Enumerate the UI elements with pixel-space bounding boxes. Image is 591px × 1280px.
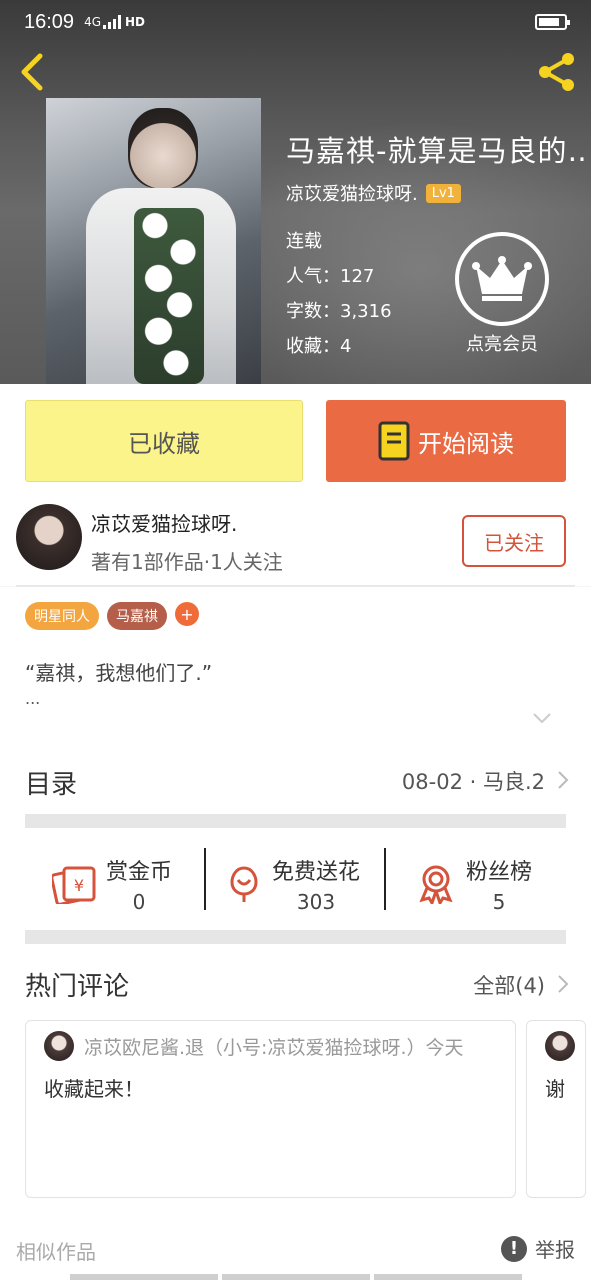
book-word-count: 字数：3,316 xyxy=(286,301,392,322)
stat-value: 303 xyxy=(296,890,336,914)
book-hero: 16:09 4G HD 马嘉祺-就算是马良的… 凉苡爱猫捡球呀. Lv1 连载 … xyxy=(0,0,591,384)
comment-text: 收藏起来！ xyxy=(44,1077,144,1101)
chevron-down-icon[interactable] xyxy=(533,713,551,723)
back-button[interactable] xyxy=(14,50,54,94)
similar-works-strip xyxy=(70,1274,522,1280)
report-label: 举报 xyxy=(535,1238,575,1262)
award-ribbon-icon xyxy=(419,865,453,904)
stat-label: 免费送花 xyxy=(272,860,361,885)
book-intro: 明星同人 马嘉祺 + “嘉祺，我想他们了.” ... xyxy=(0,587,591,740)
network-type: 4G xyxy=(84,15,101,29)
book-icon xyxy=(378,421,410,461)
author-summary: 著有1部作品·1人关注 xyxy=(91,550,283,574)
author-avatar[interactable] xyxy=(16,504,82,570)
book-popularity: 人气：127 xyxy=(286,266,375,287)
stat-label: 粉丝榜 xyxy=(466,860,533,885)
book-status: 连载 xyxy=(286,231,322,252)
chevron-right-icon xyxy=(558,771,569,789)
comment-card[interactable]: 谢 xyxy=(526,1020,586,1198)
battery-icon xyxy=(535,14,570,30)
divider xyxy=(204,848,206,910)
status-time: 16:09 xyxy=(24,10,75,33)
similar-works-label: 相似作品 xyxy=(16,1240,96,1264)
book-favorites: 收藏：4 xyxy=(286,336,352,357)
stats-row: ¥ 赏金币 0 免费送花 303 粉丝榜 5 xyxy=(0,830,591,944)
add-tag-button[interactable]: + xyxy=(175,602,199,626)
share-icon xyxy=(539,53,574,91)
coin-envelope-icon: ¥ xyxy=(52,866,96,904)
signal-icon: 4G HD xyxy=(84,15,145,29)
reward-coins[interactable]: ¥ 赏金币 0 xyxy=(52,848,172,920)
tag-item[interactable]: 马嘉祺 xyxy=(107,602,167,630)
commenter-avatar xyxy=(545,1031,575,1061)
start-reading-button[interactable]: 开始阅读 xyxy=(326,400,566,482)
book-meta: 连载 人气：127 字数：3,316 收藏：4 xyxy=(286,224,392,364)
hd-badge: HD xyxy=(125,15,146,29)
status-bar: 16:09 4G HD xyxy=(0,0,591,44)
stat-label: 赏金币 xyxy=(106,860,173,885)
start-reading-label: 开始阅读 xyxy=(418,429,514,458)
stat-value: 0 xyxy=(132,890,146,914)
vip-label: 点亮会员 xyxy=(466,334,538,355)
book-author-line[interactable]: 凉苡爱猫捡球呀. Lv1 xyxy=(286,180,461,206)
book-title: 马嘉祺-就算是马良的… xyxy=(286,134,586,168)
comment-text: 谢 xyxy=(545,1077,565,1101)
divider xyxy=(384,848,386,910)
all-comments-link[interactable]: 全部(4) xyxy=(473,970,545,1000)
crown-icon xyxy=(455,232,549,326)
level-badge: Lv1 xyxy=(425,183,461,203)
author-name[interactable]: 凉苡爱猫捡球呀. xyxy=(91,508,237,537)
send-flowers[interactable]: 免费送花 303 xyxy=(226,848,360,920)
flower-icon xyxy=(230,866,258,902)
chevron-right-icon xyxy=(558,975,569,993)
comment-card[interactable]: 凉苡欧尼酱.退（小号:凉苡爱猫捡球呀.）今天 收藏起来！ xyxy=(25,1020,516,1198)
fan-ranking[interactable]: 粉丝榜 5 xyxy=(416,848,532,920)
hot-comments-section: 热门评论 全部(4) 凉苡欧尼酱.退（小号:凉苡爱猫捡球呀.）今天 收藏起来！ … xyxy=(0,944,591,1280)
latest-chapter[interactable]: 08-02 · 马良.2 xyxy=(402,766,545,796)
favorite-button[interactable]: 已收藏 xyxy=(25,400,303,482)
stat-value: 5 xyxy=(492,890,506,914)
back-arrow-icon xyxy=(21,53,43,91)
tag-item[interactable]: 明星同人 xyxy=(25,602,99,630)
comments-header: 热门评论 xyxy=(25,972,130,1002)
toc-label: 目录 xyxy=(25,770,78,800)
author-card[interactable]: 凉苡爱猫捡球呀. 著有1部作品·1人关注 已关注 xyxy=(0,494,591,586)
section-divider xyxy=(25,930,566,944)
section-divider xyxy=(25,814,566,828)
share-button[interactable] xyxy=(535,50,581,94)
book-cover-image xyxy=(46,98,261,384)
commenter-name: 凉苡欧尼酱.退（小号:凉苡爱猫捡球呀.）今天 xyxy=(84,1037,464,1059)
svg-text:¥: ¥ xyxy=(74,876,84,895)
intro-ellipsis: ... xyxy=(25,689,41,708)
report-button[interactable]: ! 举报 xyxy=(501,1234,575,1263)
tag-list: 明星同人 马嘉祺 + xyxy=(25,602,199,630)
book-author[interactable]: 凉苡爱猫捡球呀. xyxy=(286,180,418,206)
intro-text: “嘉祺，我想他们了.” xyxy=(25,661,213,685)
commenter-avatar xyxy=(44,1031,74,1061)
follow-button[interactable]: 已关注 xyxy=(462,515,566,567)
alert-icon: ! xyxy=(501,1235,527,1262)
vip-button[interactable]: 点亮会员 xyxy=(455,232,549,356)
action-bar: 已收藏 开始阅读 xyxy=(0,384,591,494)
